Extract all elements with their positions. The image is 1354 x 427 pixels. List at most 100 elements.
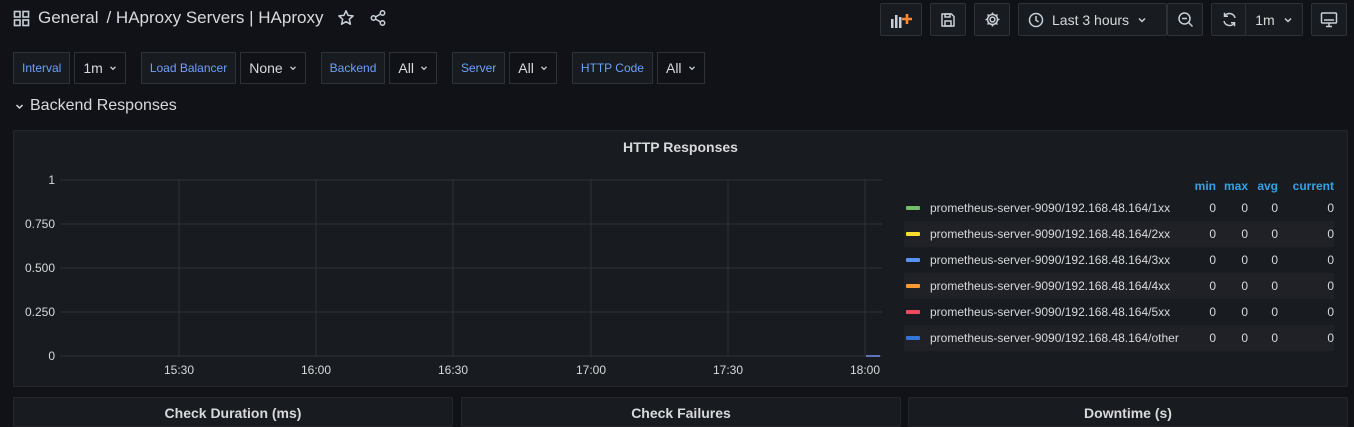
legend-value-current: 0: [1327, 279, 1334, 293]
refresh-button[interactable]: [1211, 3, 1247, 36]
legend-value-min: 0: [1209, 305, 1216, 319]
variable-label: Interval: [13, 52, 71, 84]
legend-value-current: 0: [1327, 227, 1334, 241]
dashboard-title[interactable]: / HAproxy Servers | HAproxy: [106, 8, 323, 28]
variable-http-code: HTTP Code All: [571, 52, 705, 84]
y-tick-label: 0.250: [25, 305, 55, 319]
legend-item[interactable]: prometheus-server-9090/192.168.48.164/4x…: [904, 273, 1334, 299]
legend-value-min: 0: [1209, 253, 1216, 267]
add-panel-button[interactable]: [880, 3, 922, 36]
legend-value-max: 0: [1241, 279, 1248, 293]
series-name[interactable]: prometheus-server-9090/192.168.48.164/1x…: [930, 201, 1186, 215]
legend-value-max: 0: [1241, 305, 1248, 319]
series-color-swatch[interactable]: [906, 284, 920, 288]
legend-value-min: 0: [1209, 331, 1216, 345]
legend-value-min: 0: [1209, 227, 1216, 241]
variable-value: All: [665, 60, 682, 76]
row-header[interactable]: Backend Responses: [15, 97, 177, 115]
variable-select[interactable]: All: [656, 52, 705, 84]
variable-value: All: [518, 60, 534, 76]
y-tick-label: 0.750: [25, 217, 55, 231]
variable-select[interactable]: All: [389, 52, 437, 84]
legend-value-avg: 0: [1271, 331, 1278, 345]
series-name[interactable]: prometheus-server-9090/192.168.48.164/2x…: [930, 227, 1186, 241]
monitor-icon: [1320, 12, 1338, 28]
save-icon: [941, 12, 955, 27]
check-duration-panel: Check Duration (ms): [13, 397, 453, 427]
chevron-down-icon: [289, 66, 296, 71]
x-tick-label: 15:30: [164, 363, 194, 377]
breadcrumb-folder[interactable]: General: [38, 8, 98, 28]
series-name[interactable]: prometheus-server-9090/192.168.48.164/4x…: [930, 279, 1186, 293]
legend-item[interactable]: prometheus-server-9090/192.168.48.164/2x…: [904, 221, 1334, 247]
legend-value-min: 0: [1209, 201, 1216, 215]
series-color-swatch[interactable]: [906, 310, 920, 314]
variable-label: Backend: [320, 52, 386, 84]
variable-select[interactable]: 1m: [74, 52, 126, 84]
chevron-down-icon: [15, 103, 24, 109]
dashboards-grid-icon[interactable]: [13, 10, 30, 27]
variable-backend: Backend All: [320, 52, 437, 84]
panel-title[interactable]: Check Duration (ms): [14, 405, 452, 421]
legend-col-min[interactable]: min: [1186, 179, 1216, 195]
y-tick-label: 0.500: [25, 261, 55, 275]
legend-value-current: 0: [1327, 253, 1334, 267]
series-name[interactable]: prometheus-server-9090/192.168.48.164/ot…: [930, 331, 1186, 345]
template-variables: Interval 1m Load Balancer None Backend A…: [13, 52, 720, 84]
http-responses-chart[interactable]: 1 0.750 0.500 0.250 0 15:30 16:00 16:30 17:00 17:…: [14, 131, 894, 388]
variable-server: Server All: [451, 52, 557, 84]
series-color-swatch[interactable]: [906, 258, 920, 262]
legend-col-current[interactable]: current: [1278, 179, 1334, 195]
y-tick-label: 0: [48, 349, 55, 363]
variable-label: Load Balancer: [140, 52, 237, 84]
series-name[interactable]: prometheus-server-9090/192.168.48.164/5x…: [930, 305, 1186, 319]
http-responses-panel: HTTP Responses 1 0.750 0.500 0.250 0 15:30 16:…: [13, 130, 1348, 387]
legend-rows: prometheus-server-9090/192.168.48.164/1x…: [904, 195, 1334, 351]
chevron-down-icon: [420, 66, 427, 71]
legend-value-max: 0: [1241, 253, 1248, 267]
dashboard-settings-button[interactable]: [974, 3, 1010, 36]
legend-value-avg: 0: [1271, 279, 1278, 293]
x-tick-label: 16:30: [438, 363, 468, 377]
legend-value-current: 0: [1327, 305, 1334, 319]
legend-item[interactable]: prometheus-server-9090/192.168.48.164/3x…: [904, 247, 1334, 273]
save-dashboard-button[interactable]: [930, 3, 966, 36]
legend-item[interactable]: prometheus-server-9090/192.168.48.164/5x…: [904, 299, 1334, 325]
tv-mode-button[interactable]: [1311, 3, 1347, 36]
legend-value-min: 0: [1209, 279, 1216, 293]
legend-col-max[interactable]: max: [1216, 179, 1248, 195]
legend-value-avg: 0: [1271, 305, 1278, 319]
legend-value-max: 0: [1241, 227, 1248, 241]
legend-value-avg: 0: [1271, 227, 1278, 241]
gear-icon: [985, 12, 999, 27]
legend-item[interactable]: prometheus-server-9090/192.168.48.164/ot…: [904, 325, 1334, 351]
legend-col-avg[interactable]: avg: [1248, 179, 1278, 195]
legend-value-avg: 0: [1271, 201, 1278, 215]
clock-icon: [1028, 12, 1044, 27]
variable-label: Server: [451, 52, 506, 84]
series-color-swatch[interactable]: [906, 336, 920, 340]
chevron-down-icon: [540, 66, 547, 71]
share-icon[interactable]: [369, 9, 387, 27]
downtime-panel: Downtime (s): [908, 397, 1348, 427]
legend-value-max: 0: [1241, 331, 1248, 345]
variable-value: 1m: [83, 60, 103, 76]
y-tick-label: 1: [48, 173, 55, 187]
series-name[interactable]: prometheus-server-9090/192.168.48.164/3x…: [930, 253, 1186, 267]
chevron-down-icon: [1284, 17, 1292, 23]
zoom-out-button[interactable]: [1167, 3, 1203, 36]
refresh-interval-picker[interactable]: 1m: [1245, 3, 1303, 36]
chevron-down-icon: [688, 66, 695, 71]
time-range-picker[interactable]: Last 3 hours: [1018, 3, 1167, 36]
series-color-swatch[interactable]: [906, 206, 920, 210]
legend-value-avg: 0: [1271, 253, 1278, 267]
breadcrumb: General / HAproxy Servers | HAproxy: [13, 8, 387, 28]
variable-select[interactable]: None: [240, 52, 306, 84]
panel-title[interactable]: Check Failures: [462, 405, 900, 421]
star-icon[interactable]: [337, 9, 355, 27]
legend-item[interactable]: prometheus-server-9090/192.168.48.164/1x…: [904, 195, 1334, 221]
x-tick-label: 18:00: [850, 363, 880, 377]
series-color-swatch[interactable]: [906, 232, 920, 236]
variable-select[interactable]: All: [509, 52, 557, 84]
panel-title[interactable]: Downtime (s): [909, 405, 1347, 421]
